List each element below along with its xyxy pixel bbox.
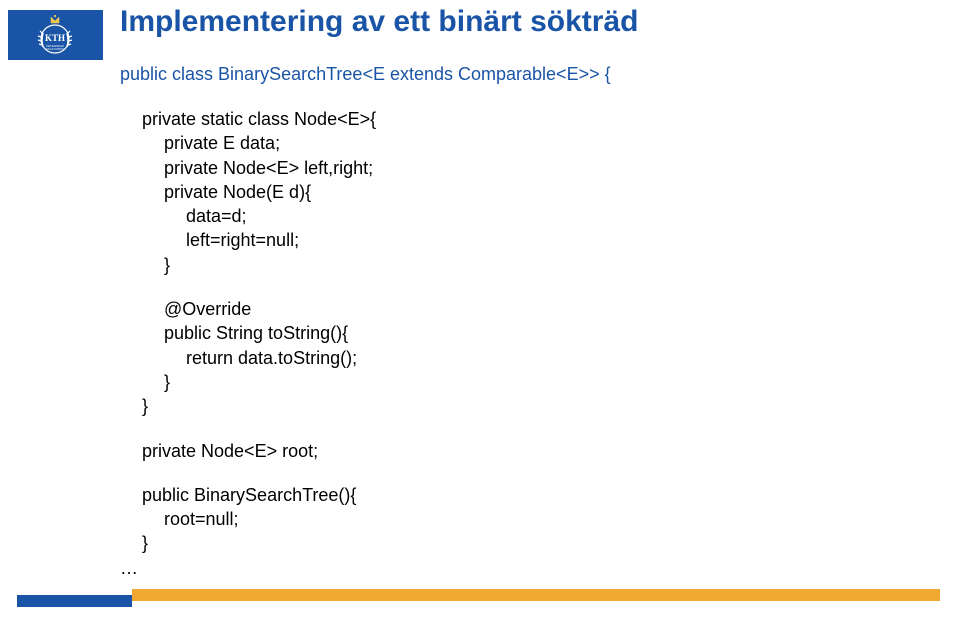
code-line: } [120,370,940,394]
code-line: } [120,531,940,555]
code-line: private E data; [120,131,940,155]
code-line: public String toString(){ [120,321,940,345]
slide-title: Implementering av ett binärt sökträd [120,5,940,39]
footer-bar-orange [132,589,940,601]
code-line: private static class Node<E>{ [120,107,940,131]
code-line: … [120,556,940,580]
code-line: root=null; [120,507,940,531]
code-class-declaration: public class BinarySearchTree<E extends … [120,64,940,85]
code-line: private Node(E d){ [120,180,940,204]
code-line: private Node<E> root; [120,439,940,463]
kth-logo: KTH VETENSKAP OCH KONST [8,10,103,60]
code-line: public BinarySearchTree(){ [120,483,940,507]
code-line: left=right=null; [120,228,940,252]
code-body: private static class Node<E>{ private E … [120,107,940,580]
footer-bar-blue [17,595,132,607]
code-line: private Node<E> left,right; [120,156,940,180]
slide-content: Implementering av ett binärt sökträd pub… [120,5,940,580]
code-line: @Override [120,297,940,321]
svg-text:OCH KONST: OCH KONST [46,47,64,51]
footer-decoration [0,589,960,607]
svg-text:KTH: KTH [45,33,65,43]
code-line: data=d; [120,204,940,228]
code-line: } [120,253,940,277]
code-line: return data.toString(); [120,346,940,370]
code-line: } [120,394,940,418]
